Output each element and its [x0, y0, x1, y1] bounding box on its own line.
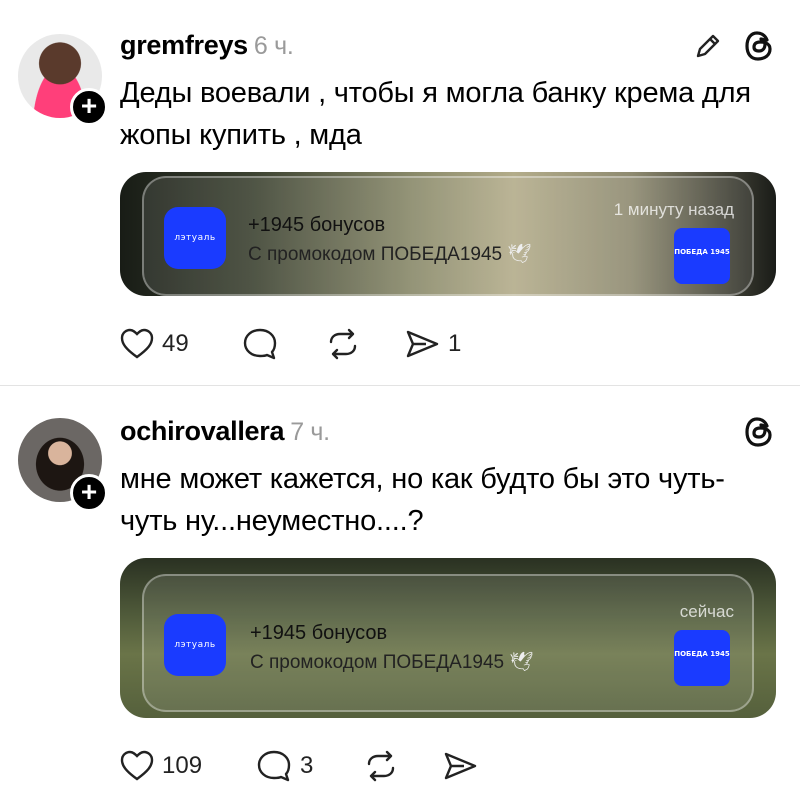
- dove-icon: 🕊: [509, 652, 534, 673]
- like-count: 109: [162, 752, 203, 779]
- repost-icon: [329, 328, 357, 360]
- username-text[interactable]: ochirovallera: [120, 416, 284, 446]
- app-icon: лэтуаль: [164, 614, 226, 676]
- threads-logo-icon[interactable]: [742, 414, 776, 450]
- notification-subtitle: С промокодом ПОБЕДА1945 🕊: [250, 652, 534, 673]
- share-button[interactable]: 1: [404, 326, 461, 362]
- promo-badge: ПОБЕДА 1945: [674, 228, 730, 284]
- thread-post: + ochirovallera 7 ч. мне может кажется, н…: [0, 386, 800, 797]
- heart-icon: [120, 750, 154, 781]
- notification-subtitle: С промокодом ПОБЕДА1945 🕊: [248, 244, 532, 265]
- post-image[interactable]: лэтуаль +1945 бонусов С промокодом ПОБЕД…: [120, 558, 776, 718]
- reply-count: 3: [300, 752, 314, 779]
- app-icon: лэтуаль: [164, 207, 226, 269]
- post-actions: 109 3: [120, 748, 520, 784]
- dove-icon: 🕊: [507, 244, 532, 265]
- username[interactable]: ochirovallera 7 ч.: [120, 416, 330, 447]
- heart-icon: [120, 328, 154, 359]
- notification-title: +1945 бонусов: [250, 622, 388, 644]
- post-actions: 49 1: [120, 326, 520, 362]
- send-icon: [444, 752, 477, 780]
- send-icon: [406, 330, 439, 358]
- threads-logo-icon[interactable]: [742, 28, 776, 64]
- push-notification: лэтуаль +1945 бонусов С промокодом ПОБЕД…: [142, 176, 754, 296]
- reply-button[interactable]: [242, 326, 286, 362]
- username-text[interactable]: gremfreys: [120, 30, 248, 60]
- like-button[interactable]: 49: [120, 326, 189, 362]
- username[interactable]: gremfreys 6 ч.: [120, 30, 294, 61]
- like-count: 49: [162, 330, 189, 357]
- repost-button[interactable]: [326, 326, 368, 362]
- repost-icon: [367, 750, 395, 782]
- push-notification: лэтуаль +1945 бонусов С промокодом ПОБЕД…: [142, 574, 754, 712]
- post-time: 6 ч.: [253, 32, 294, 60]
- post-text: Деды воевали , чтобы я могла банку крема…: [120, 77, 751, 151]
- post-text: мне может кажется, но как будто бы это ч…: [120, 463, 725, 537]
- notification-title: +1945 бонусов: [248, 214, 386, 236]
- share-button[interactable]: [442, 748, 486, 784]
- post-time: 7 ч.: [290, 418, 330, 446]
- follow-button[interactable]: +: [70, 474, 108, 512]
- comment-icon: [243, 328, 277, 360]
- pencil-icon[interactable]: [692, 30, 724, 62]
- promo-badge: ПОБЕДА 1945: [674, 630, 730, 686]
- notification-time: сейчас: [679, 602, 734, 621]
- comment-icon: [257, 750, 291, 782]
- like-button[interactable]: 109: [120, 748, 202, 784]
- thread-post: + gremfreys 6 ч. Деды воевали , чтобы я м…: [0, 0, 800, 385]
- share-count: 1: [448, 330, 462, 357]
- post-image[interactable]: лэтуаль +1945 бонусов С промокодом ПОБЕД…: [120, 172, 776, 296]
- repost-button[interactable]: [364, 748, 406, 784]
- notification-time: 1 минуту назад: [613, 200, 734, 219]
- reply-button[interactable]: 3: [256, 748, 313, 784]
- follow-button[interactable]: +: [70, 88, 108, 126]
